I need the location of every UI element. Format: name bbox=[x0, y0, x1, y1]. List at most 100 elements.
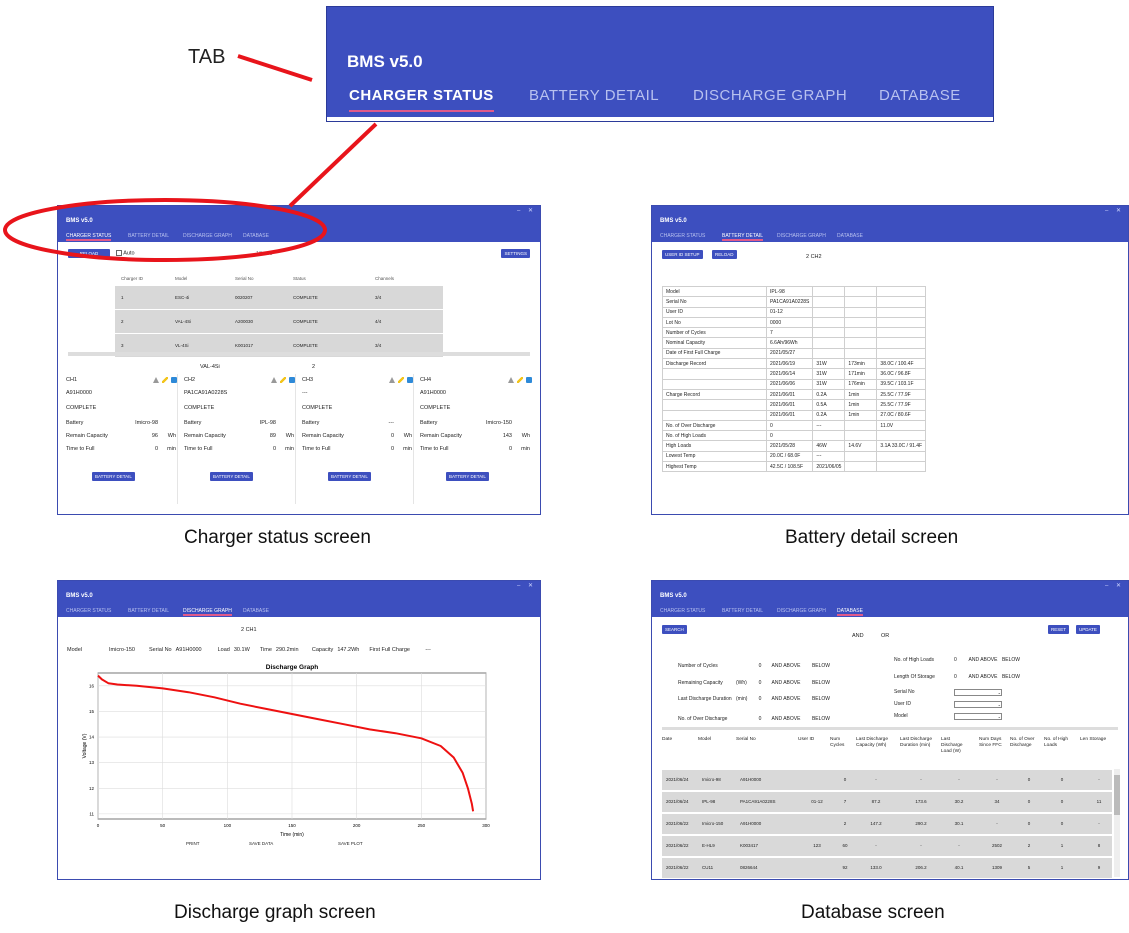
y-tick-label: 13 bbox=[89, 760, 95, 765]
or-option[interactable]: OR bbox=[881, 633, 889, 639]
filter-above[interactable]: AND ABOVE bbox=[966, 657, 1000, 663]
filter-below[interactable]: BELOW bbox=[806, 663, 836, 669]
battery-detail-button[interactable]: BATTERY DETAIL bbox=[210, 472, 253, 481]
settings-button[interactable]: SETTINGS bbox=[501, 249, 530, 258]
table-row[interactable]: 2021/06/22 E-HL9 K003417 123 60 - - - 2502 2 1 8 bbox=[662, 836, 1112, 856]
tab-charger-status[interactable]: CHARGER STATUS bbox=[66, 608, 111, 614]
filter-above[interactable]: AND ABOVE bbox=[766, 696, 806, 702]
channel-status: COMPLETE bbox=[420, 405, 451, 411]
tab-database[interactable]: DATABASE bbox=[879, 87, 961, 104]
info-label: Time to Full bbox=[302, 445, 331, 452]
tab-battery-detail[interactable]: BATTERY DETAIL bbox=[722, 233, 764, 241]
column-header[interactable]: No. of Over Discharge bbox=[1010, 737, 1040, 749]
table-row[interactable]: 2021/06/24 Imicro-98 A91H0000 0 - - - - 0 0 - bbox=[662, 770, 1112, 790]
channel-panel: CH2 PA1CA91A0228S COMPLETE Battery IPL-98 Rem… bbox=[184, 374, 296, 504]
reload-button[interactable]: RELOAD bbox=[68, 249, 110, 258]
filter-above[interactable]: AND ABOVE bbox=[766, 716, 806, 722]
tab-charger-status[interactable]: CHARGER STATUS bbox=[66, 233, 112, 241]
tab-battery-detail[interactable]: BATTERY DETAIL bbox=[128, 608, 169, 614]
filter-select[interactable]: ⌄ bbox=[954, 700, 1002, 708]
tab-discharge-graph[interactable]: DISCHARGE GRAPH bbox=[777, 233, 826, 239]
reload-button[interactable]: RELOAD bbox=[712, 250, 737, 259]
detail-cell: Charge Record bbox=[662, 388, 767, 401]
filter-below[interactable]: BELOW bbox=[806, 716, 836, 722]
battery-detail-button[interactable]: BATTERY DETAIL bbox=[446, 472, 489, 481]
battery-detail-button[interactable]: BATTERY DETAIL bbox=[328, 472, 371, 481]
graph-info: Model Imicro-150 Serial No A91H0000 Load… bbox=[67, 647, 431, 653]
tab-discharge-graph[interactable]: DISCHARGE GRAPH bbox=[183, 608, 232, 616]
search-button[interactable]: SEARCH bbox=[662, 625, 687, 634]
column-header[interactable]: No. of High Loads bbox=[1044, 737, 1072, 749]
battery-detail-button[interactable]: BATTERY DETAIL bbox=[92, 472, 135, 481]
channel-status: COMPLETE bbox=[184, 405, 215, 411]
column-header[interactable]: Last Discharge Capacity (Wh) bbox=[856, 737, 888, 749]
column-header[interactable]: Date bbox=[662, 737, 690, 743]
window-controls[interactable]: – ✕ bbox=[517, 582, 536, 589]
filter-select[interactable]: ⌄ bbox=[954, 688, 1002, 696]
tab-database[interactable]: DATABASE bbox=[837, 233, 863, 239]
tab-database[interactable]: DATABASE bbox=[243, 608, 269, 614]
window-controls[interactable]: – ✕ bbox=[1105, 582, 1124, 589]
filter-select[interactable]: ⌄ bbox=[954, 712, 1002, 720]
filter-value-input[interactable]: 0 bbox=[954, 657, 966, 663]
column-header[interactable]: Num Cycles bbox=[830, 737, 852, 749]
tab-battery-detail[interactable]: BATTERY DETAIL bbox=[529, 87, 659, 104]
filter-below[interactable]: BELOW bbox=[806, 696, 836, 702]
tab-battery-detail[interactable]: BATTERY DETAIL bbox=[128, 233, 169, 239]
print-button[interactable]: PRINT bbox=[186, 841, 200, 846]
column-header[interactable]: Last Discharge Duration (min) bbox=[900, 737, 934, 749]
scrollbar-thumb[interactable] bbox=[1114, 775, 1120, 815]
tab-battery-detail[interactable]: BATTERY DETAIL bbox=[722, 608, 763, 614]
scrollbar[interactable] bbox=[1114, 769, 1120, 877]
cell: 8 bbox=[1097, 843, 1101, 848]
tab-database[interactable]: DATABASE bbox=[243, 233, 269, 239]
table-row[interactable]: 2021/06/24 IPL-98 PA1CA91A0228S 01-12 7 87.2 1… bbox=[662, 792, 1112, 812]
filter-above[interactable]: AND ABOVE bbox=[766, 680, 806, 686]
charger-table-row[interactable]: 2 VAL-4Si A200030 COMPLETE 4/4 bbox=[115, 310, 443, 333]
window-controls[interactable]: – ✕ bbox=[517, 207, 536, 214]
update-button[interactable]: UPDATE bbox=[1076, 625, 1100, 634]
reset-button[interactable]: RESET bbox=[1048, 625, 1070, 634]
filter-value-input[interactable]: 0 bbox=[754, 716, 766, 722]
tab-discharge-graph[interactable]: DISCHARGE GRAPH bbox=[693, 87, 847, 104]
caption-charger-status: Charger status screen bbox=[184, 527, 371, 548]
auto-checkbox[interactable] bbox=[116, 250, 122, 256]
column-header[interactable]: Serial No bbox=[736, 737, 792, 743]
and-option[interactable]: AND bbox=[852, 633, 864, 639]
tab-database[interactable]: DATABASE bbox=[837, 608, 863, 616]
column-header[interactable]: Last Discharge Load (W) bbox=[941, 737, 969, 755]
app-title: BMS v5.0 bbox=[347, 52, 423, 71]
x-tick-label: 0 bbox=[97, 823, 100, 828]
detail-cell: 31W bbox=[812, 368, 846, 380]
tab-discharge-graph[interactable]: DISCHARGE GRAPH bbox=[777, 608, 826, 614]
filter-above[interactable]: AND ABOVE bbox=[766, 663, 806, 669]
charger-table-row[interactable]: 1 ESC-4i 0020207 COMPLETE 3/4 bbox=[115, 286, 443, 309]
filter-below[interactable]: BELOW bbox=[1000, 657, 1022, 663]
save-data-button[interactable]: SAVE DATA bbox=[249, 841, 273, 846]
col-status: Status bbox=[293, 275, 306, 281]
filter-below[interactable]: BELOW bbox=[806, 680, 836, 686]
filter-below[interactable]: BELOW bbox=[1000, 674, 1022, 680]
save-plot-button[interactable]: SAVE PLOT bbox=[338, 841, 363, 846]
table-row[interactable]: 2021/06/22 Imicro-150 A91H0000 2 147.2 290.2 3… bbox=[662, 814, 1112, 834]
filter-value-input[interactable]: 0 bbox=[754, 696, 766, 702]
window-controls[interactable]: – ✕ bbox=[1105, 207, 1124, 214]
tab-charger-status[interactable]: CHARGER STATUS bbox=[660, 233, 705, 239]
filter-value-input[interactable]: 0 bbox=[754, 663, 766, 669]
table-row[interactable]: 2021/06/22 CU11 0826644 92 133.0 206.2 40.1 130… bbox=[662, 858, 1112, 878]
tab-discharge-graph[interactable]: DISCHARGE GRAPH bbox=[183, 233, 232, 239]
column-header[interactable]: User ID bbox=[798, 737, 828, 743]
column-header[interactable]: Len Storage bbox=[1080, 737, 1110, 743]
column-header[interactable]: Num Days Since FFC bbox=[979, 737, 1007, 749]
filter-value-input[interactable]: 0 bbox=[954, 674, 966, 680]
detail-cell: 2021/05/27 bbox=[765, 347, 814, 360]
cell: 5 bbox=[1027, 865, 1031, 870]
tab-charger-status[interactable]: CHARGER STATUS bbox=[349, 87, 494, 112]
filter-above[interactable]: AND ABOVE bbox=[966, 674, 1000, 680]
user-id-setup-button[interactable]: USER ID SETUP bbox=[662, 250, 703, 259]
column-header[interactable]: Model bbox=[698, 737, 732, 743]
channel-name: CH1 bbox=[66, 377, 78, 383]
detail-row: 2021/06/06 31W 176min 39.5C / 103.1F bbox=[662, 378, 927, 390]
filter-value-input[interactable]: 0 bbox=[754, 680, 766, 686]
tab-charger-status[interactable]: CHARGER STATUS bbox=[660, 608, 705, 614]
